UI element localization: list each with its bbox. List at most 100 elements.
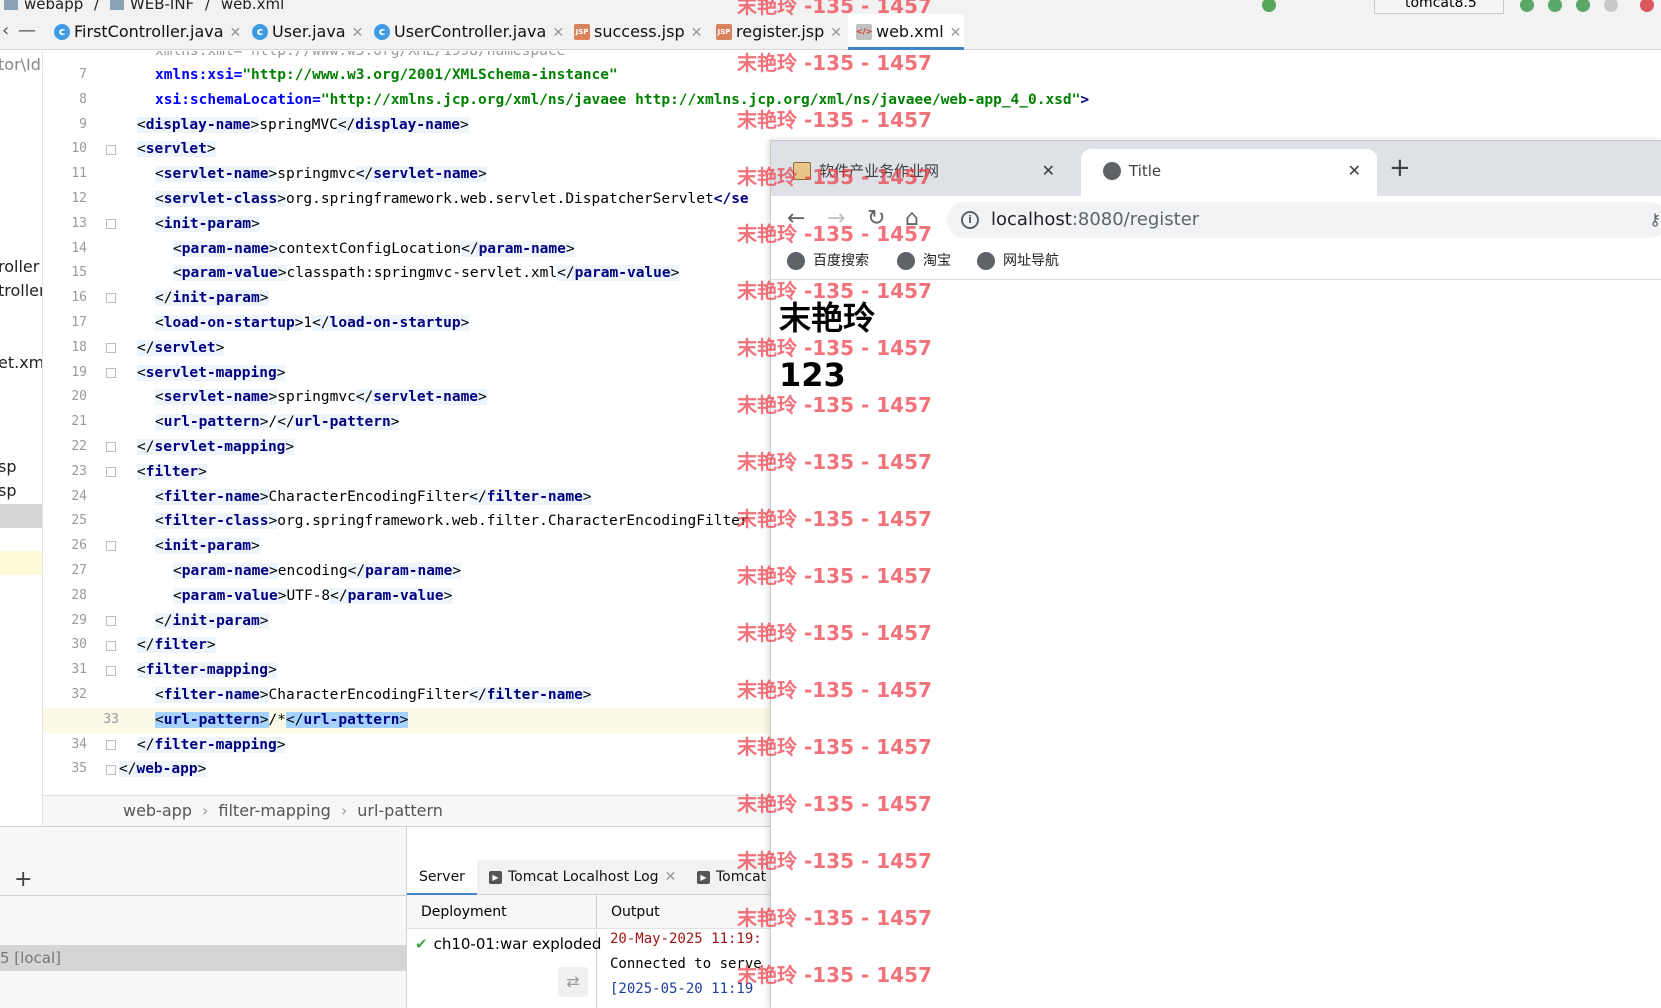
project-item[interactable]: troller	[0, 281, 42, 300]
project-selected-row[interactable]	[0, 504, 42, 528]
tab-success-jsp[interactable]: JSP success.jsp ✕	[566, 14, 702, 50]
close-icon[interactable]: ✕	[665, 869, 677, 885]
run-config-label: tomcat8.5	[1405, 0, 1477, 11]
tab-tomcat-localhost-log[interactable]: ▶ Tomcat Localhost Log ✕	[489, 860, 679, 895]
code-tag: servlet	[154, 339, 216, 356]
back-arrow-icon[interactable]: ←	[787, 206, 805, 231]
fold-icon[interactable]	[106, 293, 116, 303]
project-item[interactable]: sp	[0, 457, 17, 476]
fold-icon[interactable]	[106, 765, 116, 775]
project-item[interactable]: sp	[0, 481, 17, 500]
code-text: CharacterEncodingFilter	[268, 488, 470, 505]
tab-user[interactable]: c User.java ✕	[244, 14, 363, 50]
coverage-icon[interactable]	[1576, 0, 1590, 12]
code-tag: param-name	[181, 240, 270, 257]
tab-label: User.java	[272, 22, 346, 41]
tab-register-jsp[interactable]: JSP register.jsp ✕	[708, 14, 846, 50]
tab-web-xml[interactable]: </> web.xml ✕	[848, 14, 964, 50]
code-tag: display-name	[145, 116, 251, 133]
close-icon[interactable]: ✕	[230, 25, 242, 41]
code-text: /	[268, 414, 278, 431]
tab-server[interactable]: Server	[407, 860, 477, 895]
project-highlight-row[interactable]	[0, 551, 42, 575]
fold-icon[interactable]	[106, 343, 116, 353]
site-favicon-icon	[793, 162, 811, 180]
tab-first-controller[interactable]: c FirstController.java ✕	[46, 14, 241, 50]
home-icon[interactable]: ⌂	[905, 206, 919, 231]
bookmarks-bar: 百度搜索 淘宝 网址导航	[771, 244, 1661, 280]
close-icon[interactable]: ✕	[691, 25, 703, 41]
services-tree: + 5 [local]	[0, 827, 407, 1008]
browser-tab-active[interactable]: Title ✕	[1081, 149, 1377, 196]
deployment-item[interactable]: ✔ ch10-01:war exploded	[407, 931, 601, 957]
xml-breadcrumb-item[interactable]: web-app	[123, 801, 192, 820]
code-tag: param-value	[347, 587, 444, 604]
code-text: xmlns:xml="http://www.w3.org/XML/1998/na…	[155, 51, 575, 59]
close-icon[interactable]: ✕	[830, 25, 842, 41]
tab-label: success.jsp	[594, 22, 685, 41]
code-text: org.springframework.web.servlet.Dispatch…	[285, 191, 714, 207]
code-tag: param-value	[181, 587, 278, 604]
breadcrumb-separator: /	[204, 0, 211, 13]
add-service-button[interactable]: +	[14, 867, 32, 892]
breadcrumb-web-xml[interactable]: web.xml	[221, 0, 284, 13]
minimize-icon[interactable]: —	[18, 20, 36, 41]
code-text: /*	[268, 711, 286, 728]
stop-icon[interactable]	[1640, 0, 1654, 12]
address-bar[interactable]: i localhost:8080/register ⚷	[947, 202, 1661, 238]
tab-user-controller[interactable]: c UserController.java ✕	[366, 14, 564, 50]
bookmark-item[interactable]: 淘宝	[897, 250, 951, 272]
code-tag: init-param	[172, 290, 260, 307]
project-item[interactable]: tor\Ide	[0, 55, 42, 74]
fold-icon[interactable]	[106, 541, 116, 551]
line-number: 21	[71, 414, 87, 430]
build-hammer-icon[interactable]	[1262, 0, 1276, 12]
url-host: localhost	[991, 209, 1072, 230]
browser-tab-inactive[interactable]: 软件产业务作业网 ✕	[771, 149, 1071, 196]
fold-icon[interactable]	[106, 740, 116, 750]
breadcrumb-web-inf[interactable]: WEB-INF	[130, 0, 194, 13]
close-icon[interactable]: ✕	[950, 25, 962, 41]
fold-icon[interactable]	[106, 666, 116, 676]
class-icon: c	[374, 24, 390, 40]
debug-icon[interactable]	[1548, 0, 1562, 12]
xml-breadcrumb-item[interactable]: filter-mapping	[218, 801, 330, 820]
code-tag: servlet-mapping	[154, 439, 286, 455]
code-attr-value: "http://www.w3.org/2001/XMLSchema-instan…	[242, 67, 618, 83]
project-item[interactable]: roller	[0, 257, 39, 276]
fold-icon[interactable]	[106, 442, 116, 452]
close-icon[interactable]: ✕	[1348, 149, 1361, 193]
fold-icon[interactable]	[106, 467, 116, 477]
redeploy-icon[interactable]: ⇄	[558, 967, 588, 997]
key-icon[interactable]: ⚷	[1649, 202, 1661, 238]
code-text: springMVC	[259, 116, 338, 133]
fold-icon[interactable]	[106, 219, 116, 229]
run-config-select[interactable]: tomcat8.5	[1374, 0, 1504, 14]
project-item[interactable]: et.xml	[0, 353, 42, 372]
line-number: 19	[71, 364, 87, 380]
xml-breadcrumb-item[interactable]: url-pattern	[357, 801, 443, 820]
breadcrumb-webapp[interactable]: webapp	[24, 0, 83, 13]
scroll-tabs-icon[interactable]: ‹	[2, 20, 9, 41]
line-number: 16	[71, 290, 87, 306]
new-tab-button[interactable]: +	[1389, 153, 1411, 183]
run-icon[interactable]	[1520, 0, 1534, 12]
close-icon[interactable]: ✕	[552, 25, 564, 41]
profile-icon[interactable]	[1604, 0, 1618, 12]
services-tree-selected-item[interactable]: 5 [local]	[0, 945, 407, 971]
bookmark-item[interactable]: 百度搜索	[787, 250, 869, 272]
chevron-right-icon: ›	[201, 801, 209, 820]
code-text: classpath:springmvc-servlet.xml	[286, 265, 558, 282]
close-icon[interactable]: ✕	[1042, 149, 1055, 193]
fold-icon[interactable]	[106, 368, 116, 378]
fold-icon[interactable]	[106, 145, 116, 155]
folder-icon	[109, 0, 124, 10]
line-number: 28	[71, 587, 87, 603]
fold-icon[interactable]	[106, 641, 116, 651]
info-icon[interactable]: i	[961, 211, 979, 229]
reload-icon[interactable]: ↻	[867, 206, 885, 231]
bookmark-item[interactable]: 网址导航	[977, 250, 1059, 272]
forward-arrow-icon[interactable]: →	[827, 206, 845, 231]
close-icon[interactable]: ✕	[352, 25, 364, 41]
fold-icon[interactable]	[106, 616, 116, 626]
